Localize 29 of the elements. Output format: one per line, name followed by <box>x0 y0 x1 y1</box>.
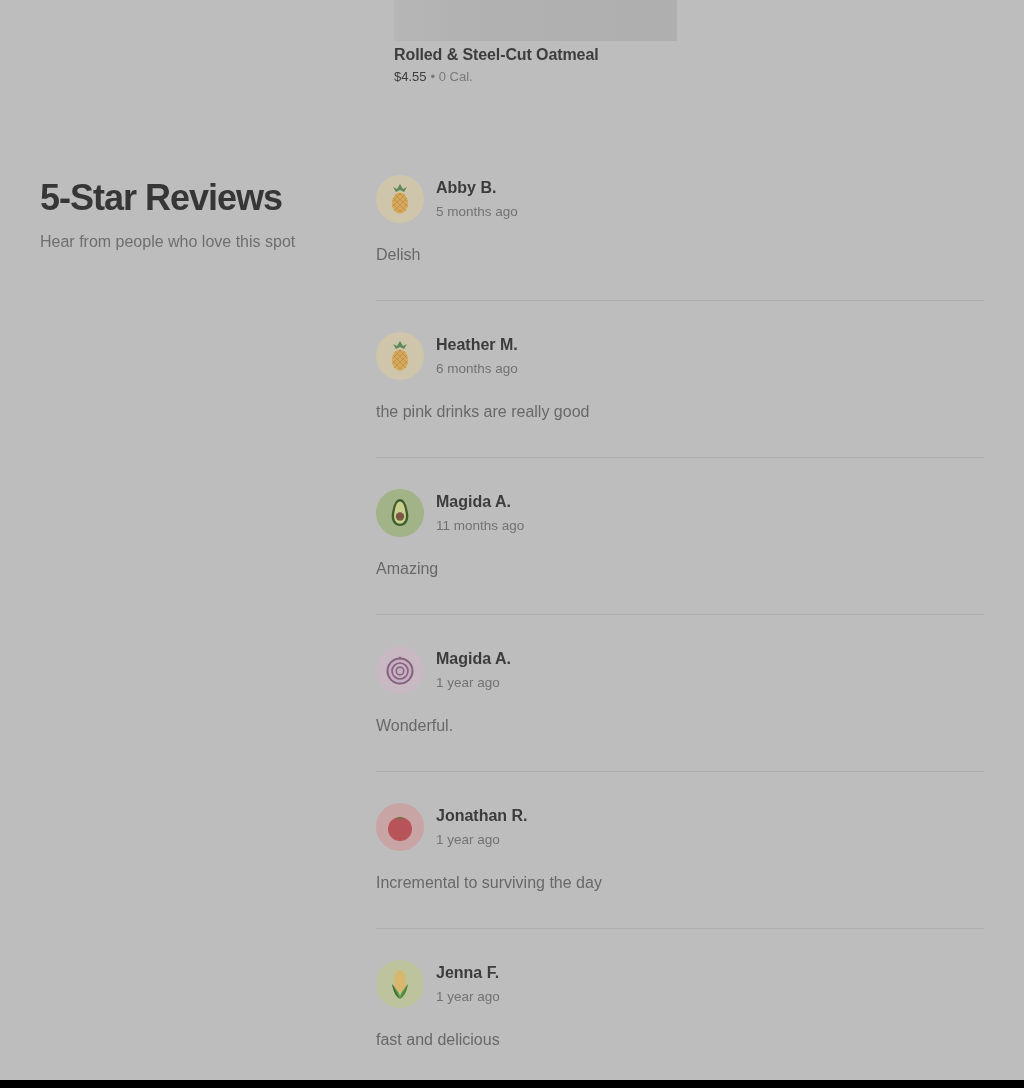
review-date: 1 year ago <box>436 673 500 692</box>
reviewer-name: Jenna F. <box>436 962 500 983</box>
onion-icon <box>376 646 424 694</box>
review-text: Wonderful. <box>376 716 454 736</box>
reviewer-name: Jonathan R. <box>436 805 528 826</box>
item-title: Rolled & Steel-Cut Oatmeal <box>394 45 600 65</box>
review-date: 6 months ago <box>436 359 518 378</box>
review-date: 5 months ago <box>436 202 518 221</box>
review-date: 1 year ago <box>436 987 500 1006</box>
review-text: Amazing <box>376 559 439 579</box>
item-calories: • 0 Cal. <box>430 68 473 86</box>
reviewer-name: Magida A. <box>436 491 511 512</box>
review-text: Delish <box>376 245 421 265</box>
review-date: 11 months ago <box>436 516 525 535</box>
corn-icon <box>376 960 424 1008</box>
reviewer-name: Heather M. <box>436 334 518 355</box>
review-text: fast and delicious <box>376 1030 500 1050</box>
tomato-icon <box>376 803 424 851</box>
item-price: $4.55 <box>394 68 427 86</box>
review-text: Incremental to surviving the day <box>376 873 602 893</box>
avocado-icon <box>376 489 424 537</box>
reviewer-name: Abby B. <box>436 177 497 198</box>
review-date: 1 year ago <box>436 830 500 849</box>
pineapple-icon <box>376 175 424 223</box>
section-heading: 5-Star Reviews <box>40 177 283 219</box>
review-text: the pink drinks are really good <box>376 402 590 422</box>
section-subtitle: Hear from people who love this spot <box>40 232 296 252</box>
reviewer-name: Magida A. <box>436 648 511 669</box>
pineapple-icon <box>376 332 424 380</box>
